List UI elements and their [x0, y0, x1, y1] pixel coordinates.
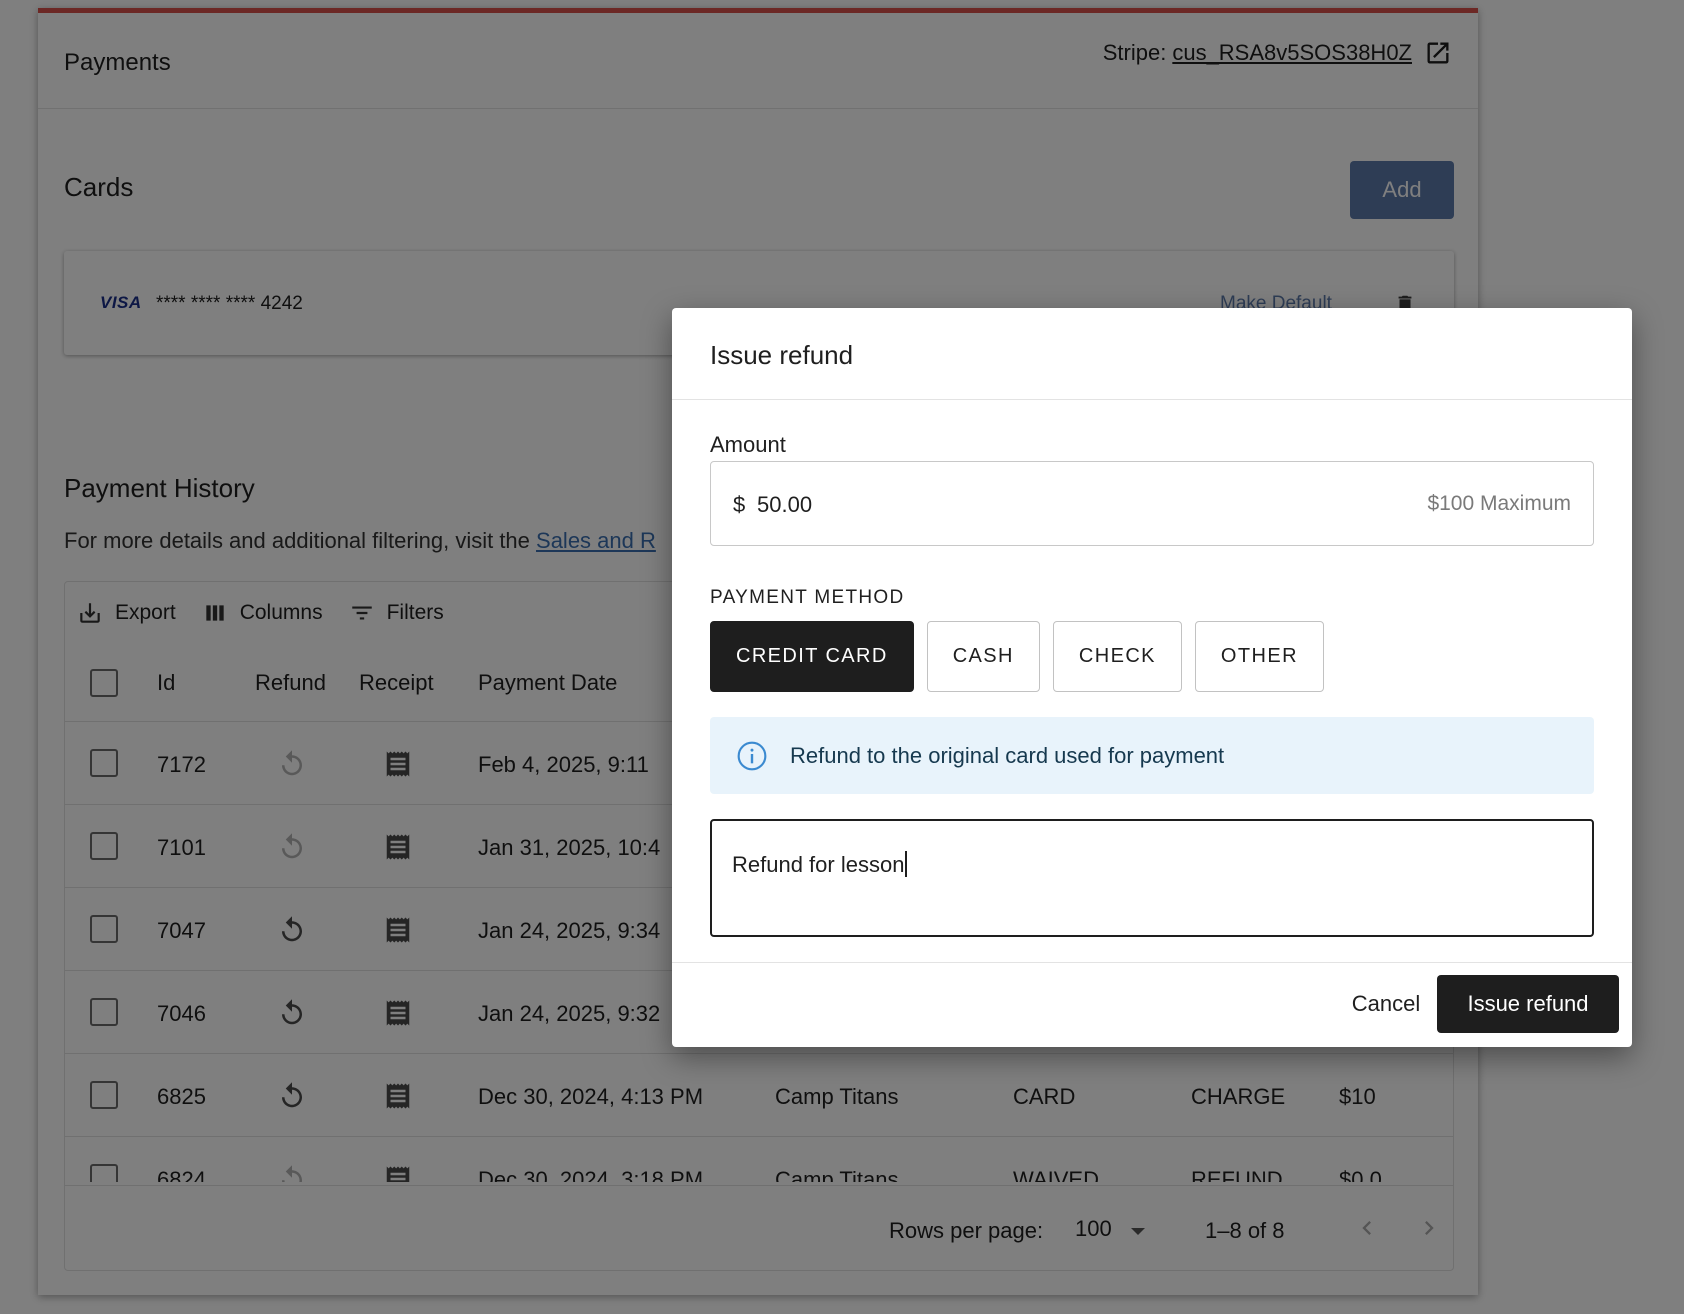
- method-credit-card-button[interactable]: CREDIT CARD: [710, 621, 914, 692]
- refund-note-value[interactable]: Refund for lesson: [732, 852, 904, 877]
- method-check-button[interactable]: CHECK: [1052, 621, 1182, 692]
- method-cash-button[interactable]: CASH: [926, 621, 1040, 692]
- payment-method-label: PAYMENT METHOD: [710, 587, 905, 608]
- amount-max-hint: $100 Maximum: [1427, 492, 1571, 515]
- dialog-actions: Cancel Issue refund: [672, 962, 1632, 1047]
- info-alert: Refund to the original card used for pay…: [710, 717, 1594, 794]
- payment-method-toggle-group: CREDIT CARD CASH CHECK OTHER: [710, 621, 1324, 692]
- dialog-title-bar: Issue refund: [672, 308, 1632, 400]
- info-icon: [737, 741, 767, 771]
- issue-refund-dialog: Issue refund Amount $ 50.00 $100 Maximum…: [672, 308, 1632, 1047]
- cancel-button[interactable]: Cancel: [1322, 975, 1450, 1033]
- amount-input[interactable]: 50.00: [757, 492, 812, 518]
- amount-field[interactable]: $ 50.00 $100 Maximum: [710, 461, 1594, 546]
- refund-note-textarea[interactable]: Refund for lesson: [710, 819, 1594, 937]
- dialog-title: Issue refund: [710, 340, 854, 370]
- method-other-button[interactable]: OTHER: [1194, 621, 1324, 692]
- text-cursor: [905, 851, 908, 877]
- amount-label: Amount: [710, 432, 786, 457]
- currency-prefix: $: [733, 492, 746, 517]
- issue-refund-button[interactable]: Issue refund: [1437, 975, 1619, 1033]
- info-text: Refund to the original card used for pay…: [790, 743, 1225, 768]
